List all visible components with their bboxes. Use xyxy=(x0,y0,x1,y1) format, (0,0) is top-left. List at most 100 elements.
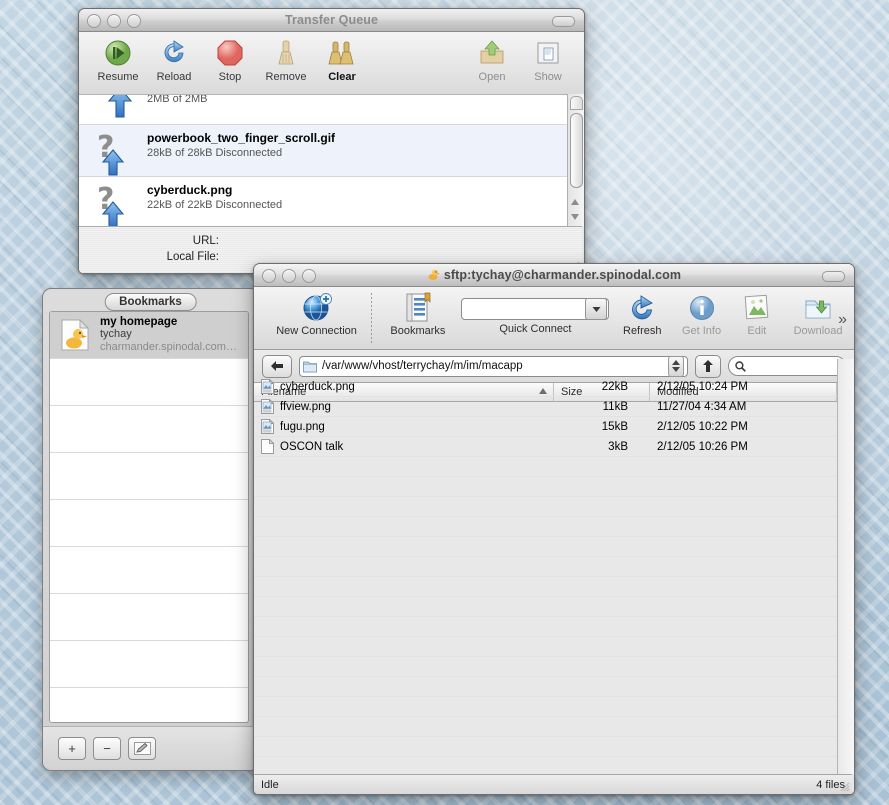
file-size: 11kB xyxy=(602,400,628,413)
stop-octagon-icon xyxy=(215,38,245,68)
file-name-cell: fugu.png xyxy=(254,419,554,434)
search-icon xyxy=(735,360,746,372)
file-name: OSCON talk xyxy=(280,440,344,453)
file-name: ffview.png xyxy=(280,400,331,413)
back-button[interactable] xyxy=(262,354,292,378)
browser-statusbar: Idle 4 files xyxy=(254,774,852,794)
bookmarks-button[interactable]: Bookmarks xyxy=(378,287,458,337)
show-button[interactable]: Show xyxy=(520,32,576,83)
download-folder-icon xyxy=(803,292,833,324)
list-item[interactable] xyxy=(50,641,248,688)
path-field[interactable]: /var/www/vhost/terrychay/m/im/macapp xyxy=(299,355,688,377)
remove-bookmark-button[interactable]: − xyxy=(93,737,121,760)
browser-window[interactable]: sftp:tychay@charmander.spinodal.com New … xyxy=(253,263,855,795)
browser-titlebar[interactable]: sftp:tychay@charmander.spinodal.com xyxy=(254,264,854,287)
transfer-row[interactable]: ? cyberduck.png 22kB of 22kB Disconnecte… xyxy=(79,177,568,227)
list-item[interactable] xyxy=(50,500,248,547)
add-bookmark-button[interactable]: + xyxy=(58,737,86,760)
empty-row[interactable] xyxy=(254,757,837,774)
file-modified: 2/12/05 10:26 PM xyxy=(657,440,748,453)
file-size: 3kB xyxy=(608,440,628,453)
empty-row[interactable] xyxy=(254,617,837,637)
file-modified: 2/12/05 10:22 PM xyxy=(657,420,748,433)
empty-row[interactable] xyxy=(254,457,837,477)
table-row[interactable]: ffview.png 11kB 11/27/04 4:34 AM xyxy=(254,397,837,417)
transfer-queue-window[interactable]: Transfer Queue Resume Reload Stop Remove… xyxy=(78,8,585,274)
clear-button[interactable]: Clear xyxy=(314,32,370,83)
toolbar-toggle-button[interactable] xyxy=(552,16,575,27)
empty-row[interactable] xyxy=(254,597,837,617)
scrollbar-thumb[interactable] xyxy=(570,113,583,188)
list-item[interactable] xyxy=(50,406,248,453)
list-item[interactable] xyxy=(50,594,248,641)
minus-icon: − xyxy=(103,741,111,756)
edit-bookmark-button[interactable] xyxy=(128,737,156,760)
stop-button[interactable]: Stop xyxy=(202,32,258,83)
empty-row[interactable] xyxy=(254,497,837,517)
tab-bookmarks[interactable]: Bookmarks xyxy=(104,293,197,311)
resume-label: Resume xyxy=(97,71,139,83)
empty-row[interactable] xyxy=(254,557,837,577)
get-info-button[interactable]: Get Info xyxy=(671,287,731,337)
remove-label: Remove xyxy=(265,71,307,83)
remove-button[interactable]: Remove xyxy=(258,32,314,83)
show-document-icon xyxy=(533,38,563,68)
resume-play-icon xyxy=(103,38,133,68)
list-item[interactable]: my homepage tychay charmander.spinodal.c… xyxy=(50,312,248,359)
table-row[interactable]: cyberduck.png 22kB 2/12/05 10:24 PM xyxy=(254,377,837,397)
empty-row[interactable] xyxy=(254,737,837,757)
upload-arrow-icon xyxy=(95,95,141,119)
resume-button[interactable]: Resume xyxy=(90,32,146,83)
parent-directory-button[interactable] xyxy=(695,354,721,378)
queue-scrollbar[interactable] xyxy=(567,94,584,226)
list-item[interactable] xyxy=(50,688,248,722)
list-item[interactable] xyxy=(50,453,248,500)
toolbar-toggle-button[interactable] xyxy=(822,271,845,282)
table-row[interactable]: OSCON talk 3kB 2/12/05 10:26 PM xyxy=(254,437,837,457)
empty-row[interactable] xyxy=(254,477,837,497)
url-label: URL: xyxy=(192,235,219,247)
empty-row[interactable] xyxy=(254,517,837,537)
bookmarks-drawer[interactable]: Bookmarks my homepage tychay charmander.… xyxy=(42,288,259,771)
scroll-up-arrow-icon[interactable] xyxy=(571,199,579,205)
file-modified: 11/27/04 4:34 AM xyxy=(657,400,747,413)
chevron-down-icon[interactable] xyxy=(585,298,608,320)
empty-row[interactable] xyxy=(254,577,837,597)
globe-plus-icon xyxy=(301,292,333,324)
transfer-row[interactable]: ? powerbook_two_finger_scroll.gif 28kB o… xyxy=(79,125,568,177)
browser-toolbar: New Connection Bookmarks Quick Connect R… xyxy=(254,287,854,350)
empty-row[interactable] xyxy=(254,657,837,677)
toolbar-overflow-button[interactable]: » xyxy=(838,311,847,329)
list-item[interactable] xyxy=(50,547,248,594)
table-row[interactable]: fugu.png 15kB 2/12/05 10:22 PM xyxy=(254,417,837,437)
search-input[interactable] xyxy=(728,356,846,376)
transfer-filename: cyberduck.png xyxy=(147,183,233,197)
open-button[interactable]: Open xyxy=(464,32,520,83)
path-stepper[interactable] xyxy=(668,355,684,377)
refresh-button[interactable]: Refresh xyxy=(613,287,671,337)
scroll-down-arrow-icon[interactable] xyxy=(571,214,579,220)
empty-row[interactable] xyxy=(254,677,837,697)
bookmarks-list[interactable]: my homepage tychay charmander.spinodal.c… xyxy=(49,311,249,723)
file-list[interactable]: cyberduck.png 22kB 2/12/05 10:24 PM ffvi… xyxy=(254,377,838,774)
empty-row[interactable] xyxy=(254,697,837,717)
edit-label: Edit xyxy=(747,325,767,337)
reload-button[interactable]: Reload xyxy=(146,32,202,83)
empty-row[interactable] xyxy=(254,717,837,737)
new-connection-button[interactable]: New Connection xyxy=(268,287,365,337)
transfer-detail: 22kB of 22kB Disconnected xyxy=(147,199,283,211)
refresh-arrow-icon xyxy=(627,292,657,324)
list-item[interactable] xyxy=(50,359,248,406)
transfer-list[interactable]: 2MB of 2MB ? powerbook_two_finger_scroll… xyxy=(79,94,568,227)
new-connection-label: New Connection xyxy=(276,325,357,337)
quick-connect-input[interactable] xyxy=(461,298,610,320)
file-list-scrollbar[interactable] xyxy=(837,359,854,774)
empty-row[interactable] xyxy=(254,537,837,557)
png-file-icon xyxy=(261,419,274,434)
resize-grip-icon[interactable] xyxy=(838,780,850,792)
edit-button[interactable]: Edit xyxy=(732,287,783,337)
chevron-down-icon xyxy=(672,367,680,372)
transfer-row[interactable]: 2MB of 2MB xyxy=(79,95,568,125)
empty-row[interactable] xyxy=(254,637,837,657)
queue-titlebar[interactable]: Transfer Queue xyxy=(79,9,584,32)
